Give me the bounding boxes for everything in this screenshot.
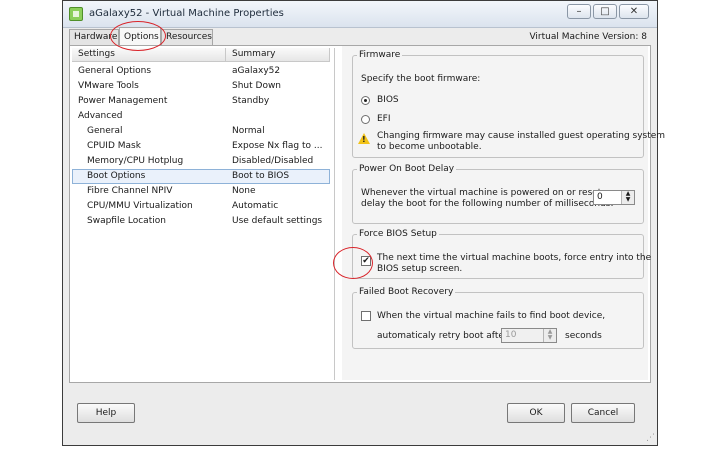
settings-list: Settings Summary General Options aGalaxy…	[72, 48, 335, 380]
failed-boot-legend: Failed Boot Recovery	[359, 287, 454, 297]
setting-summary: Automatic	[232, 201, 279, 211]
force-bios-text-line1[interactable]: The next time the virtual machine boots,…	[377, 253, 651, 263]
setting-summary: Boot to BIOS	[232, 171, 290, 181]
retry-label: automaticaly retry boot after	[377, 331, 508, 341]
power-on-delay-text-line2: delay the boot for the following number …	[361, 199, 614, 209]
setting-label: General Options	[78, 66, 152, 76]
list-item-selected[interactable]: Boot Options Boot to BIOS	[72, 169, 330, 184]
summary-column-header[interactable]: Summary	[226, 48, 330, 62]
setting-label: Boot Options	[87, 171, 146, 181]
efi-label[interactable]: EFI	[377, 114, 391, 124]
list-item[interactable]: CPUID Mask Expose Nx flag to ...	[72, 139, 330, 154]
setting-label: CPU/MMU Virtualization	[87, 201, 193, 211]
setting-summary: Shut Down	[232, 81, 282, 91]
retry-seconds-value: 10	[505, 330, 517, 340]
list-item[interactable]: CPU/MMU Virtualization Automatic	[72, 199, 330, 214]
setting-label: VMware Tools	[78, 81, 139, 91]
setting-label: Advanced	[78, 111, 123, 121]
power-on-delay-legend: Power On Boot Delay	[359, 164, 455, 174]
setting-summary: Standby	[232, 96, 270, 106]
list-item[interactable]: General Normal	[72, 124, 330, 139]
close-button[interactable]: ✕	[619, 4, 649, 19]
efi-radio[interactable]	[361, 115, 370, 124]
failed-boot-checkbox[interactable]	[361, 311, 371, 321]
bios-radio[interactable]	[361, 96, 370, 105]
window-title: aGalaxy52 - Virtual Machine Properties	[89, 8, 284, 19]
failed-boot-text[interactable]: When the virtual machine fails to find b…	[377, 311, 605, 321]
boot-delay-spinner[interactable]: 0 ▲ ▼	[593, 190, 635, 205]
list-item[interactable]: Advanced	[72, 109, 330, 124]
setting-label: Power Management	[78, 96, 168, 106]
list-item[interactable]: Swapfile Location Use default settings	[72, 214, 330, 229]
vm-icon	[69, 7, 83, 21]
setting-summary: Use default settings	[232, 216, 323, 226]
firmware-group: Firmware Specify the boot firmware: BIOS…	[352, 50, 665, 158]
tab-resources[interactable]: Resources	[161, 29, 213, 45]
failed-boot-group: Failed Boot Recovery When the virtual ma…	[352, 287, 644, 349]
firmware-warning-line1: Changing firmware may cause installed gu…	[377, 131, 666, 141]
power-on-delay-text-line1: Whenever the virtual machine is powered …	[361, 188, 605, 198]
setting-summary: None	[232, 186, 256, 196]
firmware-warning-line2: to become unbootable.	[377, 142, 482, 152]
force-bios-group: Force BIOS Setup ✔ The next time the vir…	[352, 229, 651, 279]
setting-label: Memory/CPU Hotplug	[87, 156, 184, 166]
list-item[interactable]: Memory/CPU Hotplug Disabled/Disabled	[72, 154, 330, 169]
vm-version-label: Virtual Machine Version: 8	[529, 32, 647, 42]
setting-label: CPUID Mask	[87, 141, 141, 151]
force-bios-checkbox-highlight-annotation	[333, 247, 373, 279]
force-bios-text-line2[interactable]: BIOS setup screen.	[377, 264, 462, 274]
options-pane: Settings Summary General Options aGalaxy…	[69, 45, 665, 383]
warning-icon: !	[358, 133, 370, 144]
maximize-button[interactable]: □	[593, 4, 617, 19]
list-item[interactable]: General Options aGalaxy52	[72, 64, 330, 79]
settings-column-header[interactable]: Settings	[72, 48, 226, 62]
firmware-legend: Firmware	[359, 50, 401, 60]
setting-label: Fibre Channel NPIV	[87, 186, 173, 196]
list-item[interactable]: VMware Tools Shut Down	[72, 79, 330, 94]
list-item[interactable]: Power Management Standby	[72, 94, 330, 109]
options-tab-highlight-annotation	[110, 21, 166, 51]
force-bios-legend: Force BIOS Setup	[359, 229, 437, 239]
minimize-button[interactable]: –	[567, 4, 591, 19]
resize-grip-icon[interactable]: ⋰	[646, 433, 655, 443]
spinner-arrows-icon[interactable]: ▲ ▼	[621, 191, 634, 204]
ok-button[interactable]: OK	[507, 403, 565, 423]
spinner-arrows-icon[interactable]: ▲ ▼	[543, 329, 556, 342]
firmware-instruction: Specify the boot firmware:	[361, 74, 481, 84]
boot-delay-value: 0	[597, 192, 603, 202]
cancel-button[interactable]: Cancel	[571, 403, 635, 423]
bios-label[interactable]: BIOS	[377, 95, 399, 105]
power-on-delay-group: Power On Boot Delay Whenever the virtual…	[352, 164, 644, 224]
setting-summary: Disabled/Disabled	[232, 156, 314, 166]
details-panel: Firmware Specify the boot firmware: BIOS…	[342, 46, 665, 380]
help-button[interactable]: Help	[77, 403, 135, 423]
setting-summary: Expose Nx flag to ...	[232, 141, 323, 151]
list-item[interactable]: Fibre Channel NPIV None	[72, 184, 330, 199]
setting-summary: Normal	[232, 126, 265, 136]
vm-properties-window: aGalaxy52 - Virtual Machine Properties –…	[62, 0, 665, 446]
setting-summary: aGalaxy52	[232, 66, 281, 76]
retry-unit: seconds	[565, 331, 602, 341]
setting-label: Swapfile Location	[87, 216, 166, 226]
retry-seconds-spinner[interactable]: 10 ▲ ▼	[501, 328, 557, 343]
setting-label: General	[87, 126, 123, 136]
